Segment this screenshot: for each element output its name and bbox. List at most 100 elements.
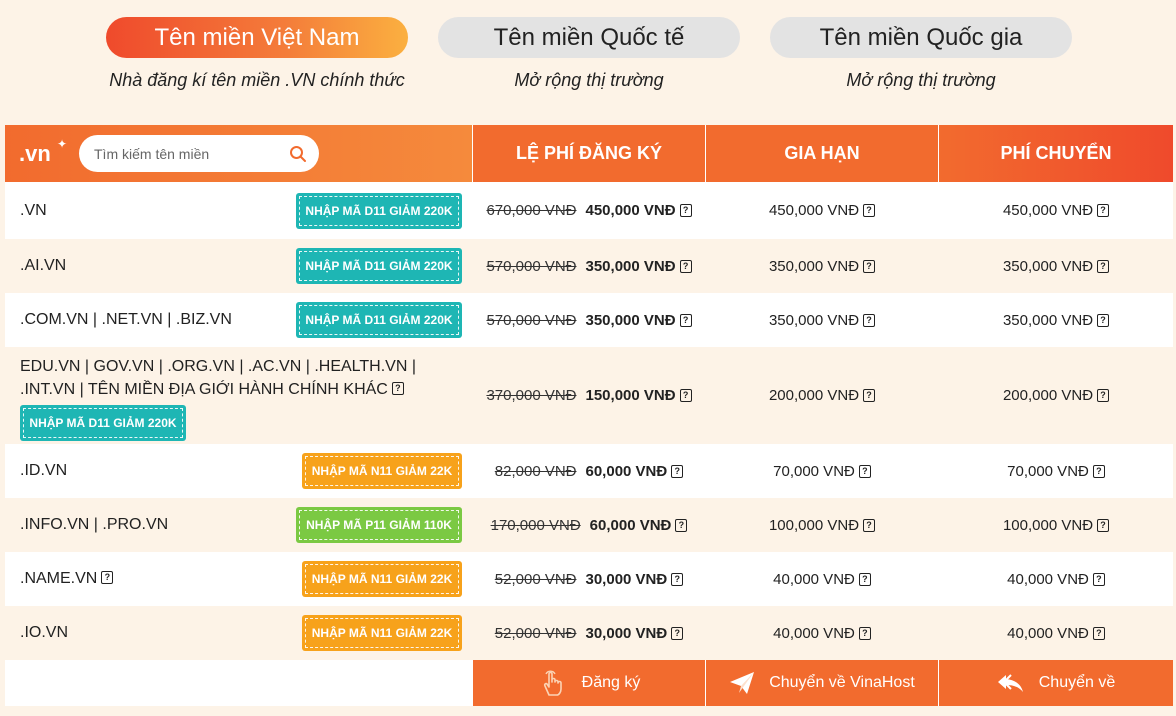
renew-price-cell: 350,000 VNĐ? — [705, 293, 938, 347]
question-icon[interactable]: ? — [1092, 626, 1105, 640]
table-row: .VN NHẬP MÃ D11 GIẢM 220K 670,000 VNĐ 450,0… — [5, 182, 1173, 239]
transfer-price: 40,000 VNĐ — [1007, 570, 1089, 588]
transfer-price-cell: 450,000 VNĐ? — [938, 182, 1173, 239]
transfer-to-vinahost-button[interactable]: Chuyển về VinaHost — [705, 660, 938, 706]
question-icon[interactable]: ? — [679, 313, 692, 327]
tab-label[interactable]: Tên miền Quốc gia — [770, 17, 1072, 58]
tab-subtitle: Nhà đăng kí tên miền .VN chính thức — [109, 70, 405, 90]
question-icon[interactable]: ? — [1097, 518, 1110, 532]
question-icon[interactable]: ? — [679, 389, 692, 402]
col-header-transfer: PHÍ CHUYỂN — [938, 125, 1173, 182]
question-icon[interactable]: ? — [671, 464, 684, 478]
transfer-price: 40,000 VNĐ — [1007, 624, 1089, 642]
promo-code-badge[interactable]: NHẬP MÃ D11 GIẢM 220K — [296, 302, 462, 338]
transfer-back-button[interactable]: Chuyển về — [938, 660, 1173, 706]
promo-code-text: NHẬP MÃ D11 GIẢM 220K — [299, 305, 459, 335]
question-icon[interactable]: ? — [863, 518, 876, 532]
tab-subtitle: Mở rộng thị trường — [514, 70, 664, 90]
question-icon[interactable]: ? — [679, 204, 692, 217]
question-icon[interactable]: ? — [671, 572, 684, 586]
renew-price: 350,000 VNĐ — [768, 257, 860, 275]
question-icon[interactable]: ? — [858, 464, 871, 478]
domain-cell: .ID.VN NHẬP MÃ N11 GIẢM 22K — [5, 444, 472, 498]
promo-code-text: NHẬP MÃ D11 GIẢM 220K — [23, 408, 183, 438]
transfer-price-cell: 350,000 VNĐ? — [938, 293, 1173, 347]
search-box[interactable] — [79, 135, 319, 172]
table-footer: Đăng ký Chuyển về VinaHost Chuyển về — [5, 660, 1173, 706]
question-icon[interactable]: ? — [101, 571, 114, 584]
renew-price: 450,000 VNĐ — [768, 202, 860, 219]
tab-country-domain[interactable]: Tên miền Quốc gia Mở rộng thị trường — [770, 17, 1072, 91]
domain-name: .IO.VN — [20, 624, 68, 642]
transfer-price: 200,000 VNĐ — [1002, 387, 1094, 404]
new-price: 60,000 VNĐ — [585, 462, 668, 480]
question-icon[interactable]: ? — [675, 518, 688, 532]
transfer-price-cell: 200,000 VNĐ? — [938, 347, 1173, 444]
promo-code-badge[interactable]: NHẬP MÃ N11 GIẢM 22K — [302, 453, 462, 489]
question-icon[interactable]: ? — [863, 204, 876, 217]
question-icon[interactable]: ? — [1097, 204, 1110, 217]
tab-vietnam-domain[interactable]: Tên miền Việt Nam Nhà đăng kí tên miền .… — [106, 17, 408, 91]
renew-price: 350,000 VNĐ — [768, 311, 860, 329]
table-row: EDU.VN | GOV.VN | .ORG.VN | .AC.VN | .HE… — [5, 347, 1173, 444]
renew-price-cell: 40,000 VNĐ? — [705, 606, 938, 660]
register-price-cell: 170,000 VNĐ 60,000 VNĐ? — [472, 498, 705, 552]
transfer-price: 350,000 VNĐ — [1002, 257, 1094, 275]
register-price-cell: 52,000 VNĐ 30,000 VNĐ? — [472, 552, 705, 606]
domain-cell: .COM.VN | .NET.VN | .BIZ.VN NHẬP MÃ D11 G… — [5, 293, 472, 347]
renew-price-cell: 40,000 VNĐ? — [705, 552, 938, 606]
register-button[interactable]: Đăng ký — [472, 660, 705, 706]
new-price: 350,000 VNĐ — [585, 257, 676, 275]
table-header: .vn ✦ LỆ PHÍ ĐĂNG KÝ GIA HẠN PHÍ CHUYỂN — [5, 125, 1173, 182]
tab-label[interactable]: Tên miền Quốc tế — [438, 17, 740, 58]
promo-code-text: NHẬP MÃ N11 GIẢM 22K — [305, 564, 459, 594]
question-icon[interactable]: ? — [679, 259, 692, 273]
header-search-area: .vn ✦ — [5, 125, 472, 182]
question-icon[interactable]: ? — [858, 626, 871, 640]
table-row: .AI.VN NHẬP MÃ D11 GIẢM 220K 570,000 VNĐ 35… — [5, 239, 1173, 293]
domain-name: .COM.VN | .NET.VN | .BIZ.VN — [20, 311, 232, 329]
question-icon[interactable]: ? — [858, 572, 871, 586]
renew-price-cell: 350,000 VNĐ? — [705, 239, 938, 293]
register-price-cell: 82,000 VNĐ 60,000 VNĐ? — [472, 444, 705, 498]
table-row: .COM.VN | .NET.VN | .BIZ.VN NHẬP MÃ D11 G… — [5, 293, 1173, 347]
old-price: 570,000 VNĐ — [486, 257, 577, 275]
promo-code-badge[interactable]: NHẬP MÃ N11 GIẢM 22K — [302, 561, 462, 597]
register-price-cell: 670,000 VNĐ 450,000 VNĐ? — [472, 182, 705, 239]
transfer-in-label: Chuyển về VinaHost — [769, 674, 915, 691]
register-label: Đăng ký — [581, 674, 641, 691]
transfer-price-cell: 350,000 VNĐ? — [938, 239, 1173, 293]
vn-logo-text: .vn — [19, 140, 51, 166]
search-icon[interactable] — [289, 145, 307, 163]
question-icon[interactable]: ? — [671, 626, 684, 640]
question-icon[interactable]: ? — [1097, 389, 1110, 402]
renew-price-cell: 70,000 VNĐ? — [705, 444, 938, 498]
search-input[interactable] — [94, 145, 289, 162]
domain-cell: EDU.VN | GOV.VN | .ORG.VN | .AC.VN | .HE… — [5, 347, 472, 444]
question-icon[interactable]: ? — [1097, 313, 1110, 327]
question-icon[interactable]: ? — [863, 259, 876, 273]
promo-code-badge[interactable]: NHẬP MÃ D11 GIẢM 220K — [296, 248, 462, 284]
domain-name: .AI.VN — [20, 257, 66, 275]
question-icon[interactable]: ? — [863, 313, 876, 327]
domain-cell: .NAME.VN? NHẬP MÃ N11 GIẢM 22K — [5, 552, 472, 606]
promo-code-badge[interactable]: NHẬP MÃ P11 GIẢM 110K — [296, 507, 462, 543]
tab-international-domain[interactable]: Tên miền Quốc tế Mở rộng thị trường — [438, 17, 740, 91]
question-icon[interactable]: ? — [1092, 464, 1105, 478]
domain-name-text: .ID.VN — [20, 462, 68, 479]
question-icon[interactable]: ? — [391, 382, 404, 395]
paper-plane-icon — [730, 672, 755, 694]
question-icon[interactable]: ? — [863, 389, 876, 402]
promo-code-badge[interactable]: NHẬP MÃ D11 GIẢM 220K — [296, 192, 462, 229]
question-icon[interactable]: ? — [1092, 572, 1105, 586]
domain-category-tabs: Tên miền Việt Nam Nhà đăng kí tên miền .… — [0, 17, 1176, 97]
question-icon[interactable]: ? — [1097, 259, 1110, 273]
domain-cell: .IO.VN NHẬP MÃ N11 GIẢM 22K — [5, 606, 472, 660]
promo-code-badge[interactable]: NHẬP MÃ N11 GIẢM 22K — [302, 615, 462, 651]
new-price: 30,000 VNĐ — [585, 570, 668, 588]
transfer-price: 450,000 VNĐ — [1002, 202, 1094, 219]
domain-name-text: .VN — [20, 201, 47, 219]
transfer-price-cell: 70,000 VNĐ? — [938, 444, 1173, 498]
tab-label[interactable]: Tên miền Việt Nam — [106, 17, 408, 58]
promo-code-badge[interactable]: NHẬP MÃ D11 GIẢM 220K — [20, 405, 186, 441]
